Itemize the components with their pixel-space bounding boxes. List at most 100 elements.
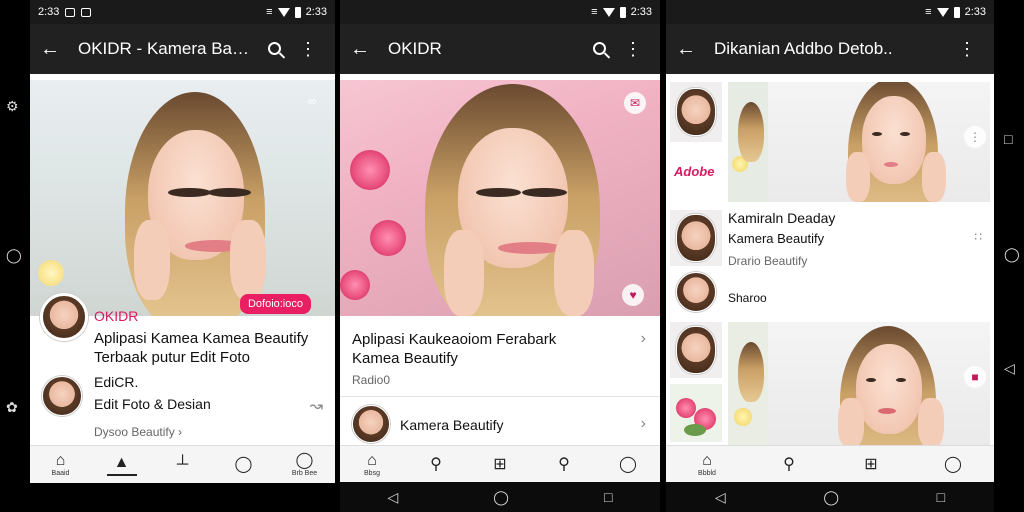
back-nav-icon[interactable]: ◁: [715, 489, 726, 506]
chat-icon[interactable]: ✉: [624, 92, 646, 114]
heart-icon[interactable]: ♥: [622, 284, 644, 306]
nav-edit[interactable]: ▲: [97, 454, 147, 476]
phone-screen-2: ≡ 2:33 ← OKIDR ⋮ ✉ ♥ Aplipasi Kaukeaoiom…: [340, 0, 660, 512]
signal-icon: [602, 7, 615, 17]
share-label[interactable]: Sharoo: [728, 291, 767, 305]
tool-icon: ┴: [176, 455, 189, 473]
home-icon: ⌂: [702, 452, 712, 469]
hero-photo[interactable]: ∞ Dofoio:ioco: [30, 80, 335, 316]
home-icon: ⌂: [367, 452, 377, 469]
app-bar: ← OKIDR - Kamera Bausia.. ⋮: [30, 24, 335, 74]
avatar[interactable]: [40, 293, 88, 341]
status-time: 2:33: [630, 6, 652, 18]
thumbnail[interactable]: [670, 384, 722, 442]
headline-line-2: Kamea Beautify: [352, 350, 458, 367]
more-icon[interactable]: ⋮: [291, 39, 325, 60]
nav-account[interactable]: ◯ Brb Bee: [280, 452, 330, 477]
status-time: 2:33: [964, 6, 986, 18]
page-title: OKIDR - Kamera Bausia..: [78, 39, 257, 58]
circle-icon: ◯: [6, 247, 22, 263]
nav-profile[interactable]: ◯: [219, 456, 269, 474]
battery-icon: [953, 6, 960, 18]
home-nav-icon[interactable]: ◯: [823, 489, 839, 506]
nav-add[interactable]: ⊞: [846, 456, 896, 474]
nav-home-label: Bbsg: [364, 470, 380, 477]
recents-nav-icon[interactable]: □: [604, 489, 612, 505]
status-bar: ≡ 2:33: [340, 0, 660, 24]
app-bar: ← OKIDR ⋮: [340, 24, 660, 74]
promo-badge[interactable]: Dofoio:ioco: [239, 294, 311, 314]
more-options-icon[interactable]: ∷: [974, 230, 982, 244]
profile-icon: ◯: [619, 455, 637, 473]
search-icon[interactable]: [582, 39, 616, 60]
recents-nav-icon[interactable]: □: [937, 489, 945, 505]
battery-icon: [294, 6, 301, 18]
thumbnail[interactable]: [670, 210, 722, 266]
status-bar: ≡ 2:33: [666, 0, 994, 24]
photo-tile[interactable]: ■: [728, 322, 990, 446]
footer-link[interactable]: Dysoo Beautify ›: [94, 425, 182, 439]
hero-photo[interactable]: ✉ ♥: [340, 80, 660, 316]
nav-home[interactable]: ⌂ Bbsg: [347, 452, 397, 477]
bottom-nav: ⌂ Baaid ▲ ┴ ◯ ◯ Brb Bee: [30, 445, 335, 483]
add-icon: ⊞: [864, 455, 878, 473]
vibrate-icon: ≡: [591, 6, 598, 18]
gear-icon: ⚙: [6, 98, 19, 114]
nav-profile[interactable]: ◯: [928, 456, 978, 474]
more-icon[interactable]: ⋮: [616, 39, 650, 60]
back-arrow-icon[interactable]: ←: [350, 38, 378, 61]
signal-icon: [936, 7, 949, 17]
account-icon: ◯: [295, 452, 314, 469]
chevron-right-icon[interactable]: ›: [641, 415, 646, 433]
vibrate-icon: ≡: [266, 6, 273, 18]
item-subtitle: Edit Foto & Desian: [94, 396, 211, 412]
item-avatar[interactable]: [352, 405, 390, 443]
item-title[interactable]: Kamera Beautify: [400, 417, 504, 433]
nav-home[interactable]: ⌂ Bbbld: [682, 452, 732, 477]
system-nav: [30, 483, 335, 512]
phone-screen-3: ≡ 2:33 ← Dikanian Addbo Detob.. ⋮ Adobe: [666, 0, 994, 512]
edit-icon: ▲: [113, 453, 130, 471]
circle-icon: ◯: [1004, 246, 1020, 262]
item-title[interactable]: EdiCR.: [94, 374, 138, 390]
nav-home-label: Baaid: [51, 470, 70, 477]
row-title[interactable]: Kamiraln Deaday: [728, 210, 835, 226]
nav-search[interactable]: ⚲: [411, 456, 461, 474]
thumbnail[interactable]: [670, 322, 722, 378]
nav-home-label: Bbbld: [698, 470, 716, 477]
thumbnail[interactable]: [670, 82, 722, 142]
nav-add[interactable]: ⊞: [475, 456, 525, 474]
headline-line-2: Terbaak putur Edit Foto: [94, 349, 250, 366]
nav-account-label: Brb Bee: [291, 470, 318, 477]
meta-text: Radio0: [352, 373, 391, 387]
nav-tool[interactable]: ┴: [158, 456, 208, 474]
search-icon: ⚲: [430, 455, 442, 473]
phone-screen-1: 2:33 ≡ 2:33 ← OKIDR - Kamera Bausia.. ⋮ …: [30, 0, 335, 512]
system-nav: ◁ ◯ □: [340, 482, 660, 512]
back-nav-icon[interactable]: ◁: [388, 489, 399, 506]
options-icon[interactable]: ⋮: [964, 126, 986, 148]
back-arrow-icon[interactable]: ←: [676, 38, 704, 61]
home-nav-icon[interactable]: ◯: [493, 489, 509, 506]
square-icon: □: [1004, 131, 1013, 147]
item-avatar[interactable]: [42, 376, 82, 416]
nav-home[interactable]: ⌂ Baaid: [36, 452, 86, 477]
hero-photo[interactable]: ⋮: [728, 82, 990, 202]
more-icon[interactable]: ⋮: [950, 39, 984, 60]
link-icon[interactable]: ∞: [301, 90, 323, 112]
profile-icon: ◯: [944, 455, 962, 473]
chevron-right-icon[interactable]: ›: [641, 330, 646, 348]
nav-chat[interactable]: ⚲: [539, 456, 589, 474]
thumbnail[interactable]: Adobe: [670, 146, 722, 202]
status-time: 2:33: [38, 6, 60, 18]
avatar[interactable]: [676, 272, 716, 312]
battery-icon: [619, 6, 626, 18]
add-icon: ⊞: [493, 455, 507, 473]
gallery-icon[interactable]: ■: [964, 366, 986, 388]
nav-profile[interactable]: ◯: [603, 456, 653, 474]
search-icon[interactable]: [257, 39, 291, 60]
headline-line-1: Aplipasi Kaukeaoiom Ferabark: [352, 331, 557, 348]
nav-search[interactable]: ⚲: [764, 456, 814, 474]
share-icon[interactable]: ↝: [310, 396, 323, 416]
back-arrow-icon[interactable]: ←: [40, 38, 68, 61]
